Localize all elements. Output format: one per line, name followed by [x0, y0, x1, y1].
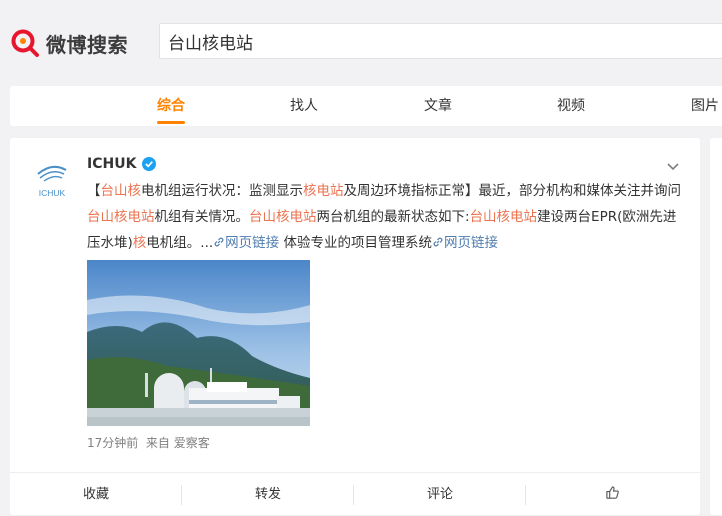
web-link-2[interactable]: 网页链接	[432, 235, 498, 251]
tab-people[interactable]: 找人	[274, 86, 334, 126]
keyword-highlight: 台山核电站	[469, 209, 538, 225]
avatar-text: ICHUK	[39, 188, 66, 198]
search-logo-icon	[11, 29, 39, 57]
like-button[interactable]	[526, 473, 698, 516]
logo-text: 微博搜索	[46, 32, 128, 57]
keyword-highlight: 核电站	[303, 183, 344, 199]
post-username-row: ICHUK	[87, 156, 157, 172]
keyword-highlight: 核	[132, 235, 147, 251]
collect-button[interactable]: 收藏	[10, 473, 182, 516]
keyword-highlight: 台山核电站	[249, 209, 317, 225]
header: 微博搜索	[0, 0, 722, 85]
post-source: 来自 爱察客	[145, 436, 210, 450]
link-icon	[433, 237, 443, 247]
tab-videos[interactable]: 视频	[541, 86, 601, 126]
weibo-search-logo[interactable]: 微博搜索	[10, 27, 128, 59]
tab-articles[interactable]: 文章	[408, 86, 468, 126]
tab-comprehensive[interactable]: 综合	[141, 86, 201, 126]
web-link-1[interactable]: 网页链接	[213, 235, 279, 251]
repost-button[interactable]: 转发	[182, 473, 354, 516]
avatar[interactable]: ICHUK	[32, 160, 72, 200]
right-sidebar-card	[710, 138, 722, 515]
post-time[interactable]: 17分钟前	[87, 436, 138, 450]
post-text: 【台山核电机组运行状况：监测显示核电站及周边环境指标正常】最近，部分机构和媒体关…	[87, 183, 681, 251]
post-actions: 收藏 转发 评论	[10, 472, 700, 516]
comment-button[interactable]: 评论	[354, 473, 526, 516]
search-input[interactable]	[168, 24, 708, 58]
keyword-highlight: 台山核	[100, 183, 142, 199]
search-box[interactable]	[159, 23, 722, 59]
post-image[interactable]	[87, 260, 310, 426]
tab-images[interactable]: 图片	[675, 86, 722, 126]
search-tabs: 综合 找人 文章 视频 图片	[10, 86, 722, 126]
keyword-highlight: 台山核电站	[87, 209, 155, 225]
chevron-down-icon[interactable]	[665, 158, 681, 174]
verified-badge-icon	[142, 157, 157, 171]
nuclear-plant-photo	[87, 260, 310, 426]
ichuk-logo-icon: ICHUK	[37, 165, 67, 198]
thumbs-up-icon	[605, 486, 619, 499]
post-username[interactable]: ICHUK	[87, 156, 136, 172]
post-meta: 17分钟前 来自 爱察客	[87, 434, 210, 451]
link-icon	[214, 237, 224, 247]
weibo-post-card: ICHUK ICHUK 【台山核电机组运行状况：监测显示核电站及周边环境指标正常…	[10, 138, 700, 515]
